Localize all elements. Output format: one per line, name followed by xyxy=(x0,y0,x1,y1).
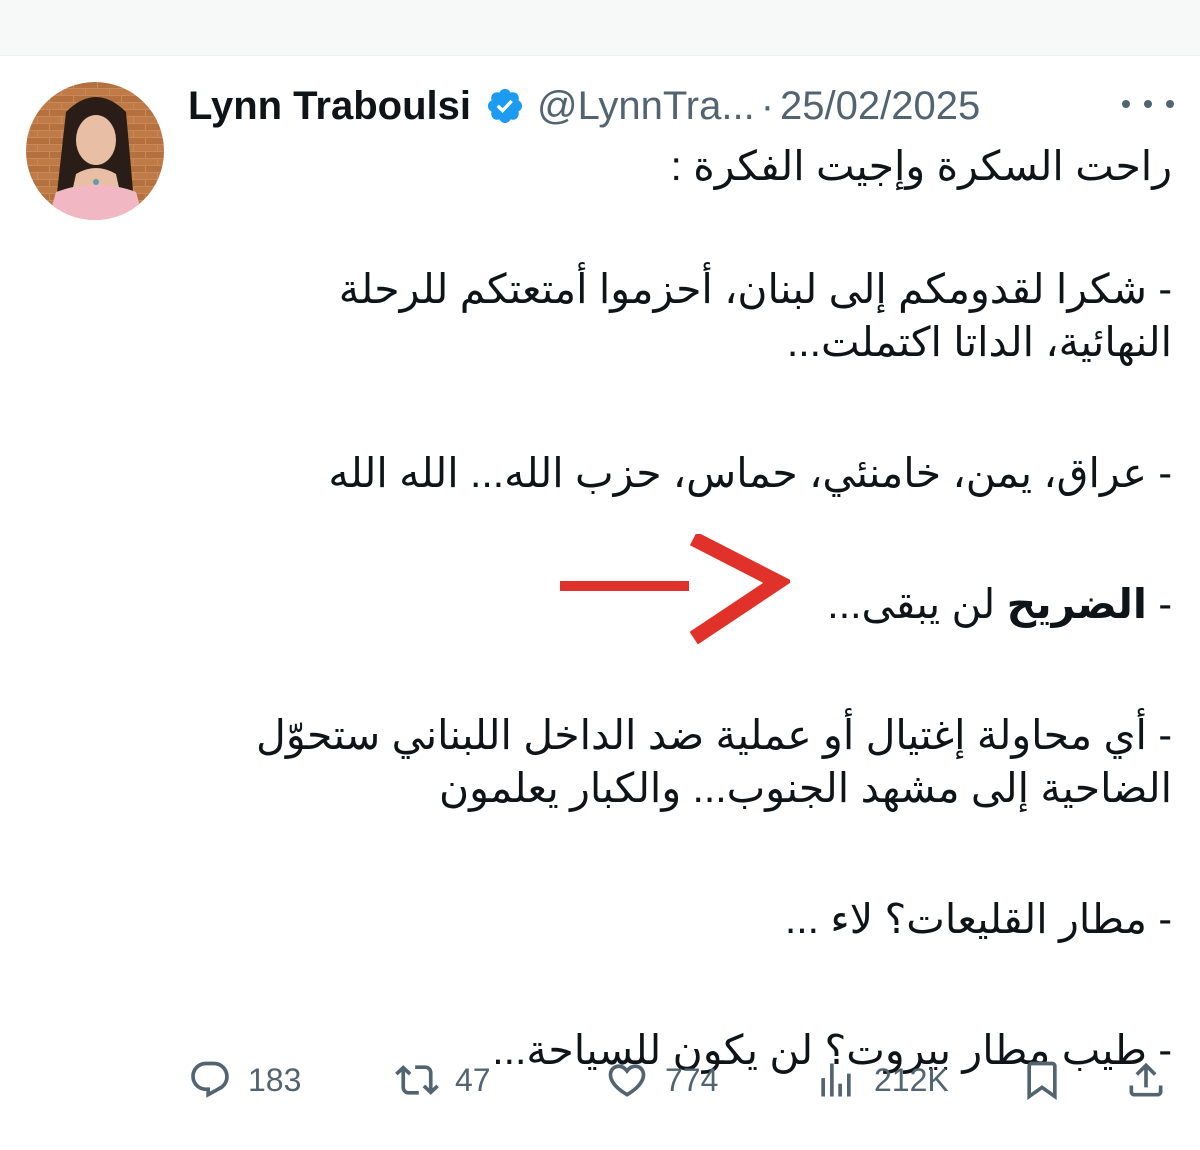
tweet-line: - عراق، يمن، خامنئي، حماس، حزب الله... ا… xyxy=(328,450,1172,496)
tweet-line: النهائية، الداتا اكتملت... xyxy=(786,319,1172,365)
avatar-image xyxy=(26,82,164,220)
share-icon xyxy=(1124,1058,1168,1102)
author-avatar[interactable] xyxy=(26,82,164,220)
like-button[interactable]: 774 xyxy=(605,1058,718,1102)
repost-icon xyxy=(395,1058,439,1102)
tweet-line: - شكرا لقدومكم إلى لبنان، أحزموا أمتعتكم… xyxy=(338,266,1172,312)
like-count: 774 xyxy=(665,1061,719,1098)
tweet-line: - أي محاولة إغتيال أو عملية ضد الداخل ال… xyxy=(256,712,1172,758)
views-button[interactable]: 212K xyxy=(814,1058,949,1102)
verified-badge-icon xyxy=(485,86,525,126)
like-icon xyxy=(605,1058,649,1102)
action-bar: 183 47 774 212K xyxy=(0,1040,1200,1120)
repost-count: 47 xyxy=(455,1061,491,1098)
bold-word: الضريح xyxy=(1006,581,1147,627)
author-display-name[interactable]: Lynn Traboulsi xyxy=(188,84,471,129)
line-rest: لن يبقى... xyxy=(827,581,1007,627)
tweet-date[interactable]: 25/02/2025 xyxy=(780,84,980,129)
tweet-line: الضاحية إلى مشهد الجنوب... والكبار يعلمو… xyxy=(438,765,1172,811)
more-options-icon[interactable] xyxy=(1122,84,1174,124)
reply-icon xyxy=(188,1058,232,1102)
top-bar xyxy=(0,0,1200,55)
reply-count: 183 xyxy=(248,1061,302,1098)
repost-button[interactable]: 47 xyxy=(395,1058,491,1102)
bookmark-button[interactable] xyxy=(1020,1058,1064,1102)
views-count: 212K xyxy=(874,1061,949,1098)
views-icon xyxy=(814,1058,858,1102)
share-button[interactable] xyxy=(1124,1058,1168,1102)
reply-button[interactable]: 183 xyxy=(188,1058,301,1102)
top-divider xyxy=(0,55,1200,56)
author-handle[interactable]: @LynnTra... xyxy=(537,84,755,129)
header-separator: · xyxy=(760,83,775,128)
tweet-line: راحت السكرة وإجيت الفكرة : xyxy=(670,143,1173,189)
bookmark-icon xyxy=(1020,1058,1064,1102)
line-prefix: - xyxy=(1146,581,1172,627)
red-arrow-annotation xyxy=(559,531,793,646)
tweet-header: Lynn Traboulsi @LynnTra... · 25/02/2025 xyxy=(188,78,980,134)
tweet-line: - مطار القليعات؟ لاء ... xyxy=(784,896,1172,942)
